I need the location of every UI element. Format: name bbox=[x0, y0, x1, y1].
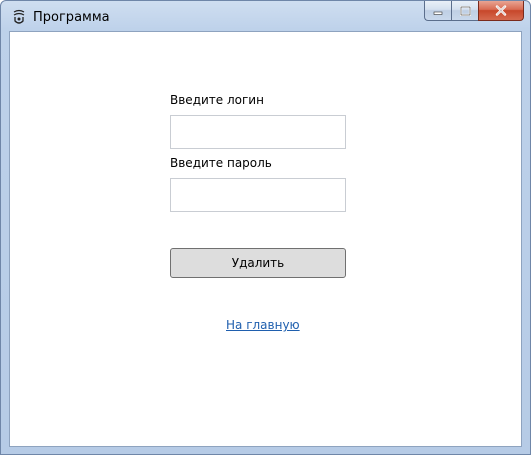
window-controls bbox=[424, 1, 524, 21]
close-icon bbox=[495, 5, 507, 16]
minimize-icon bbox=[433, 11, 443, 15]
app-window: Программа Введите логин Введите пароль У… bbox=[0, 0, 531, 455]
minimize-button[interactable] bbox=[424, 1, 451, 21]
maximize-button[interactable] bbox=[451, 1, 478, 21]
password-input[interactable] bbox=[170, 178, 346, 212]
maximize-icon bbox=[459, 5, 471, 16]
login-input[interactable] bbox=[170, 115, 346, 149]
home-link[interactable]: На главную bbox=[226, 318, 300, 332]
close-button[interactable] bbox=[478, 1, 524, 21]
title-bar[interactable]: Программа bbox=[1, 1, 530, 31]
client-area: Введите логин Введите пароль Удалить На … bbox=[9, 31, 522, 447]
password-label: Введите пароль bbox=[170, 156, 272, 170]
delete-button[interactable]: Удалить bbox=[170, 248, 346, 278]
app-icon bbox=[11, 9, 27, 25]
window-title: Программа bbox=[33, 10, 110, 25]
login-label: Введите логин bbox=[170, 93, 264, 107]
